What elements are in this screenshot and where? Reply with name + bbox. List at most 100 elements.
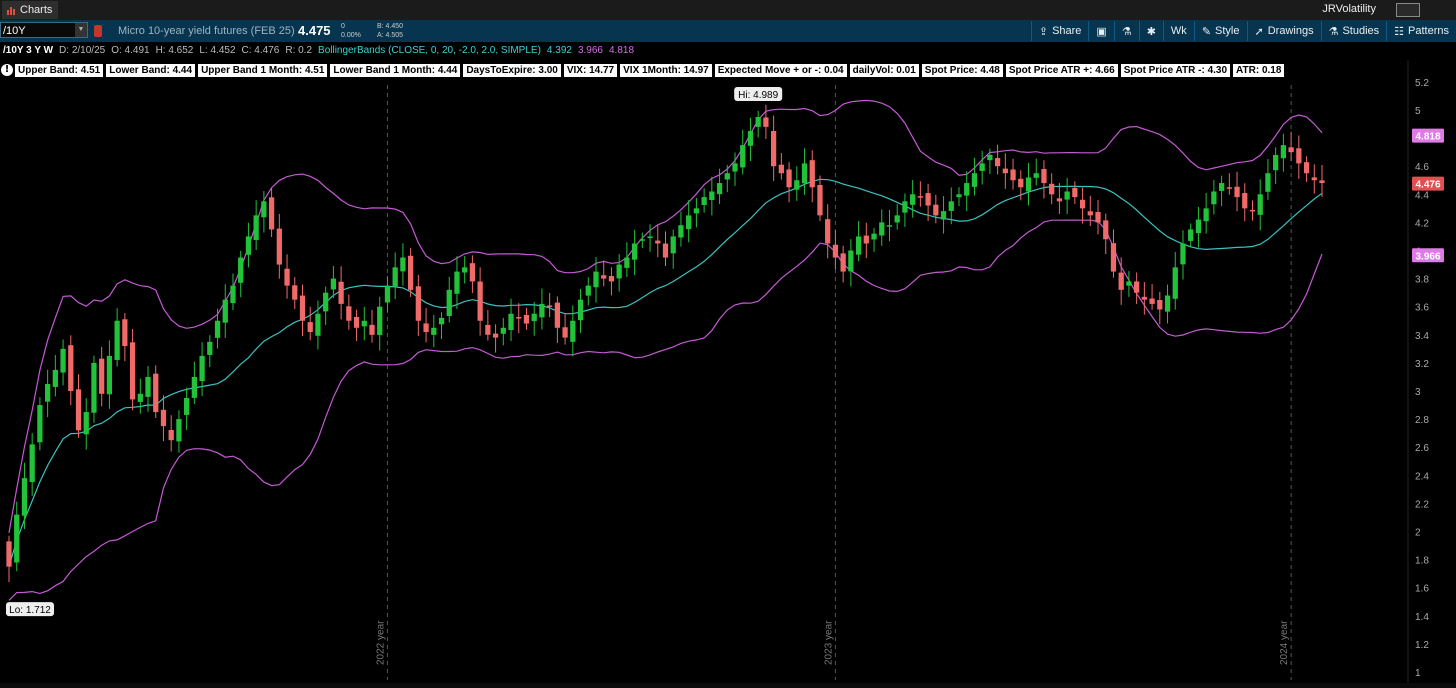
y-tick-label-12: 3.4	[1415, 331, 1429, 342]
candle-23	[184, 398, 190, 415]
candle-17	[137, 393, 143, 402]
settings-button[interactable]: ✱	[1138, 21, 1163, 41]
bar-low: L: 4.452	[199, 45, 236, 56]
candle-69	[539, 303, 545, 318]
candle-28	[222, 299, 228, 323]
candle-52	[407, 255, 414, 290]
candle-113	[879, 222, 885, 236]
candle-109	[848, 250, 854, 272]
candle-111	[863, 235, 869, 244]
candle-144	[1118, 272, 1124, 290]
candle-162	[1257, 194, 1263, 215]
candle-66	[516, 317, 522, 319]
candle-36	[284, 268, 290, 286]
bid-price: B: 4.450	[377, 23, 404, 30]
y-tick-label-17: 4.4	[1415, 190, 1429, 201]
y-tick-label-8: 2.6	[1415, 443, 1429, 454]
candle-87	[678, 225, 684, 238]
gear-icon: ✱	[1146, 25, 1156, 38]
timeframe-button[interactable]: Wk	[1162, 21, 1194, 41]
chevron-down-icon[interactable]: ▼	[75, 23, 87, 37]
bar-chart-icon	[7, 7, 15, 15]
candle-76	[593, 271, 599, 288]
label-upper-band: Upper Band: 4.51	[15, 63, 104, 77]
y-tick-label-13: 3.6	[1415, 303, 1429, 314]
symbol-input[interactable]: /10Y ▼	[0, 22, 88, 38]
patterns-button[interactable]: ☷ Patterns	[1386, 21, 1456, 41]
candle-70	[547, 305, 553, 307]
candle-163	[1265, 173, 1271, 192]
label-daily-vol: dailyVol: 0.01	[849, 63, 919, 77]
candle-106	[825, 219, 831, 244]
cursor-icon: ➚	[1254, 25, 1264, 38]
share-button[interactable]: ⇪ Share	[1030, 21, 1089, 41]
studies-button[interactable]: ⚗ Studies	[1320, 21, 1387, 41]
y-tick-label-4: 1.8	[1415, 556, 1429, 567]
candle-154	[1195, 219, 1202, 234]
candle-74	[577, 299, 584, 321]
candle-78	[608, 276, 615, 282]
drawings-label: Drawings	[1267, 25, 1314, 37]
candle-104	[809, 160, 815, 188]
candle-6	[52, 369, 58, 387]
price-chart[interactable]: 1 1.2 1.4 1.6 1.8 2 2.2 2.4 2.6 2.8 3 3.2 3.4 3.6 3.8 4…	[0, 60, 1456, 683]
candle-18	[145, 376, 151, 397]
link-color-icon[interactable]	[94, 25, 102, 37]
candle-127	[987, 154, 993, 161]
candle-71	[554, 302, 560, 328]
label-lower-band-1m: Lower Band 1 Month: 4.44	[330, 63, 461, 77]
drawings-button[interactable]: ➚ Drawings	[1246, 21, 1321, 41]
candle-116	[902, 201, 908, 213]
candle-146	[1134, 281, 1140, 293]
year-marker-label-0: 2022 year	[375, 620, 386, 665]
camera-icon: ▣	[1096, 25, 1107, 38]
candle-137	[1064, 191, 1070, 200]
candle-24	[191, 376, 197, 398]
timeframe-label: Wk	[1170, 25, 1187, 37]
candle-151	[1172, 267, 1178, 299]
candle-3	[29, 444, 35, 483]
candle-77	[601, 275, 607, 279]
candle-65	[508, 313, 514, 330]
bottom-scroll-strip[interactable]	[0, 683, 1456, 688]
candle-153	[1188, 229, 1194, 241]
price-tag-2: 3.966	[1415, 251, 1440, 262]
candle-121	[940, 211, 947, 220]
candle-91	[709, 191, 715, 201]
candle-11	[91, 362, 97, 413]
app-tab[interactable]: Charts	[2, 1, 59, 19]
candle-21	[168, 429, 174, 441]
candle-156	[1211, 191, 1217, 205]
candle-124	[964, 183, 970, 196]
net-change: 0	[341, 23, 345, 30]
symbol-period: /10Y 3 Y W	[3, 45, 54, 56]
bar-range: R: 0.2	[285, 45, 313, 56]
candle-64	[500, 327, 506, 334]
candle-75	[585, 285, 591, 296]
year-marker-label-2: 2024 year	[1279, 620, 1290, 665]
y-tick-label-1: 1.2	[1415, 640, 1429, 651]
candle-86	[670, 236, 676, 254]
candle-10	[83, 412, 89, 435]
candle-90	[701, 197, 707, 205]
y-tick-label-9: 2.8	[1415, 415, 1429, 426]
bar-close: C: 4.476	[241, 45, 280, 56]
study-name[interactable]: BollingerBands (CLOSE, 0, 20, -2.0, 2.0,…	[315, 45, 544, 56]
candle-119	[925, 193, 931, 206]
candle-142	[1103, 220, 1109, 240]
bid-ask-block: B: 4.450 A: 4.505	[377, 22, 403, 40]
alert-icon[interactable]: !	[1, 64, 13, 76]
candle-117	[910, 194, 916, 205]
bb-mid-value: 4.392	[546, 45, 572, 56]
change-block: 0 0.00%	[341, 22, 361, 40]
candle-100	[778, 164, 784, 174]
candle-2	[21, 478, 28, 516]
style-button[interactable]: ✎ Style	[1193, 21, 1247, 41]
candle-4	[37, 405, 43, 443]
window-restore-button[interactable]	[1396, 3, 1420, 17]
candle-13	[106, 355, 113, 395]
candle-82	[639, 239, 645, 241]
flask-button[interactable]: ⚗	[1113, 21, 1139, 41]
snapshot-button[interactable]: ▣	[1088, 21, 1113, 41]
bollinger-upper-line	[8, 99, 1323, 534]
